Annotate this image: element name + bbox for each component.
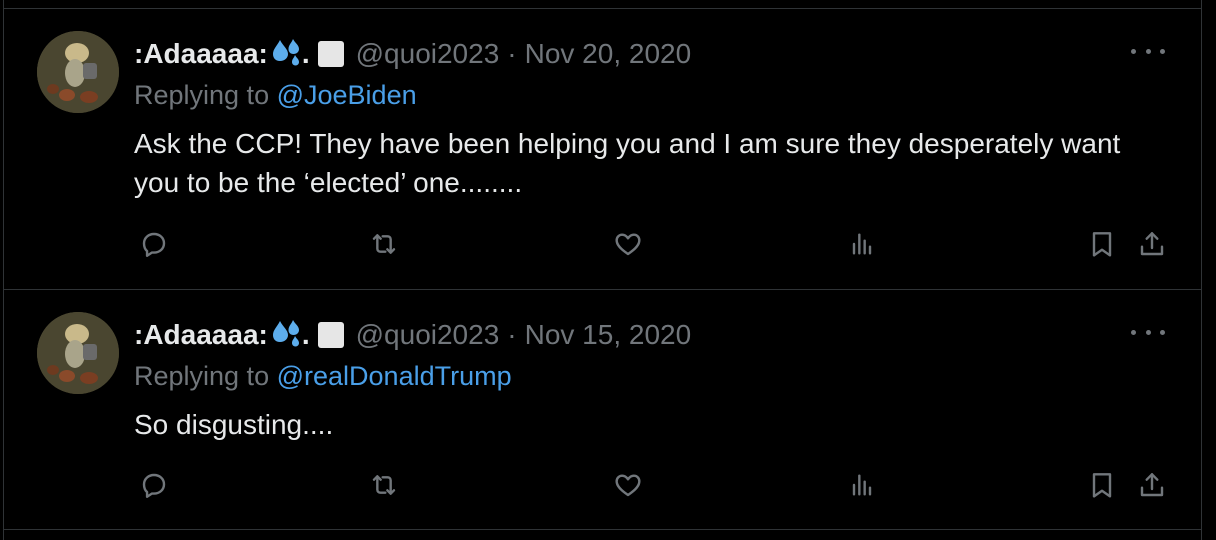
bookmark-icon[interactable] (1086, 227, 1118, 261)
reply-icon[interactable] (138, 468, 170, 502)
replying-prefix: Replying to (134, 361, 270, 391)
bookmark-icon[interactable] (1086, 468, 1118, 502)
reply-icon[interactable] (138, 227, 170, 261)
more-icon[interactable] (1131, 39, 1165, 63)
views-icon[interactable] (846, 227, 878, 261)
white-square-icon (317, 322, 344, 348)
white-square-icon (317, 41, 344, 67)
share-icon[interactable] (1136, 227, 1168, 261)
handle[interactable]: @quoi2023 (356, 319, 500, 351)
like-icon[interactable] (612, 468, 644, 502)
display-name[interactable]: :Adaaaaa: (134, 319, 268, 351)
replying-to: Replying to @realDonaldTrump (134, 361, 512, 392)
sweat-droplets-icon (272, 318, 302, 353)
avatar[interactable] (37, 31, 119, 113)
emoji-dot: . (301, 38, 310, 69)
tweet-text: So disgusting.... (134, 409, 334, 440)
retweet-icon[interactable] (368, 468, 400, 502)
share-icon[interactable] (1136, 468, 1168, 502)
replying-prefix: Replying to (134, 80, 270, 110)
replying-to: Replying to @JoeBiden (134, 80, 417, 111)
tweet[interactable]: :Adaaaaa: . @quoi2023 · Nov 20, 2020 Rep… (4, 8, 1201, 290)
tweet-date[interactable]: Nov 15, 2020 (525, 319, 692, 351)
avatar[interactable] (37, 312, 119, 394)
like-icon[interactable] (612, 227, 644, 261)
sweat-droplets-icon (272, 37, 302, 72)
action-bar (134, 227, 1174, 261)
tweet-header: :Adaaaaa: . @quoi2023 · Nov 20, 2020 (134, 37, 691, 71)
tweet-date[interactable]: Nov 20, 2020 (525, 38, 692, 70)
mention-link[interactable]: @realDonaldTrump (277, 361, 512, 391)
timeline: :Adaaaaa: . @quoi2023 · Nov 20, 2020 Rep… (3, 0, 1202, 540)
display-name[interactable]: :Adaaaaa: (134, 38, 268, 70)
mention-link[interactable]: @JoeBiden (277, 80, 417, 110)
retweet-icon[interactable] (368, 227, 400, 261)
separator: · (507, 319, 517, 350)
separator: · (507, 38, 517, 69)
more-icon[interactable] (1131, 320, 1165, 344)
action-bar (134, 468, 1174, 502)
tweet-text: Ask the CCP! They have been helping you … (134, 128, 1121, 198)
emoji-dot: . (301, 319, 310, 350)
views-icon[interactable] (846, 468, 878, 502)
tweet-header: :Adaaaaa: . @quoi2023 · Nov 15, 2020 (134, 318, 691, 352)
tweet[interactable]: :Adaaaaa: . @quoi2023 · Nov 15, 2020 Rep… (4, 290, 1201, 530)
handle[interactable]: @quoi2023 (356, 38, 500, 70)
